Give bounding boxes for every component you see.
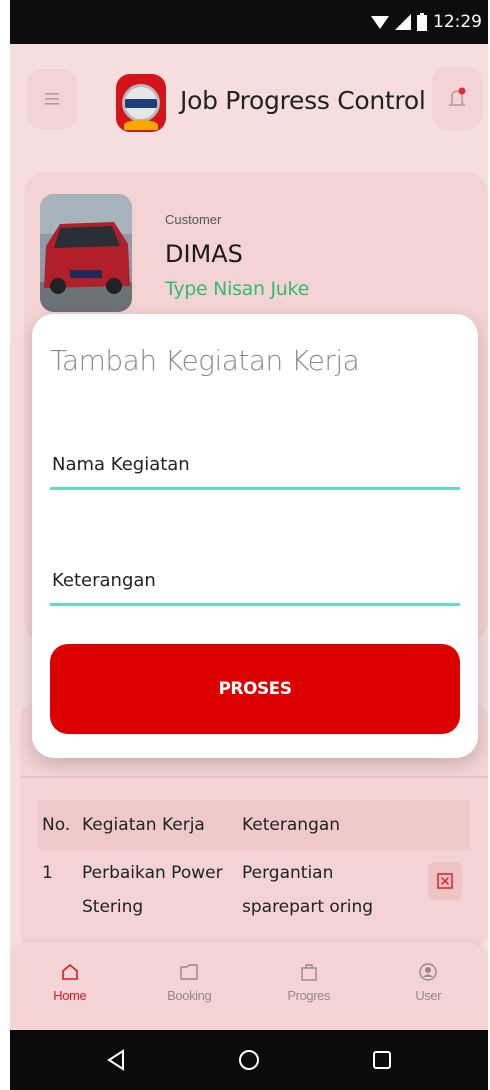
status-icons: 12:29 [371, 12, 482, 32]
table-row: 1 Perbaikan Power Stering Pergantian spa… [38, 850, 470, 940]
menu-button[interactable] [26, 69, 78, 129]
signal-icon [395, 14, 411, 30]
nav-booking-label: Booking [167, 988, 212, 1003]
hamburger-icon [45, 93, 59, 105]
keterangan-input[interactable] [50, 558, 460, 606]
customer-type: Type Nisan Juke [165, 278, 309, 300]
folder-icon [180, 964, 198, 980]
header-kegiatan: Kegiatan Kerja [82, 815, 205, 835]
nav-user-label: User [415, 988, 442, 1003]
nav-home-label: Home [53, 988, 87, 1003]
system-nav-bar [10, 1030, 488, 1090]
activity-table: No. Kegiatan Kerja Keterangan 1 Perbaika… [38, 800, 470, 940]
logo-bar [125, 98, 157, 108]
nav-booking[interactable]: Booking [130, 942, 250, 1030]
keterangan-field [50, 558, 460, 606]
proses-button[interactable]: PROSES [50, 644, 460, 734]
customer-label: Customer [165, 212, 222, 227]
recents-icon[interactable] [372, 1050, 392, 1070]
car-photo [40, 194, 132, 312]
nav-user[interactable]: User [369, 942, 489, 1030]
bag-icon [301, 964, 317, 981]
app-header: Job Progress Control [10, 44, 488, 156]
nama-kegiatan-input[interactable] [50, 442, 460, 490]
dialog-title: Tambah Kegiatan Kerja [50, 344, 360, 377]
home-circle-icon[interactable] [238, 1049, 260, 1071]
row-action [420, 862, 470, 900]
wifi-icon [371, 16, 389, 29]
status-bar: 12:29 [10, 0, 488, 44]
logo-flame [124, 120, 158, 130]
row-keterangan: Pergantian sparepart oring [242, 863, 374, 917]
nissan-logo [116, 74, 166, 132]
nav-progres-label: Progres [287, 988, 331, 1003]
row-no: 1 [42, 863, 53, 883]
nav-home[interactable]: Home [10, 942, 130, 1030]
app-title: Job Progress Control [180, 86, 426, 115]
bell-icon [448, 87, 466, 106]
delete-button[interactable] [428, 862, 462, 900]
add-activity-dialog: Tambah Kegiatan Kerja PROSES [32, 314, 478, 758]
header-no: No. [42, 815, 71, 835]
battery-icon [417, 13, 427, 31]
back-icon[interactable] [106, 1049, 126, 1071]
nama-kegiatan-field [50, 442, 460, 490]
customer-name: DIMAS [165, 240, 243, 268]
logo-emblem [122, 84, 160, 122]
header-keterangan: Keterangan [242, 815, 341, 835]
list-divider [20, 776, 488, 778]
table-header: No. Kegiatan Kerja Keterangan [38, 800, 470, 850]
car-image [40, 194, 132, 312]
status-time: 12:29 [433, 12, 482, 32]
notification-button[interactable] [432, 66, 482, 130]
home-icon [61, 963, 78, 980]
user-icon [419, 963, 437, 981]
nav-progres[interactable]: Progres [249, 942, 369, 1030]
phone-screen: 12:29 Job Progress Control Customer DIMA… [10, 0, 488, 1090]
delete-x-icon [437, 873, 453, 889]
bottom-nav: Home Booking Progres User [10, 942, 488, 1030]
row-kegiatan: Perbaikan Power Stering [82, 863, 223, 917]
